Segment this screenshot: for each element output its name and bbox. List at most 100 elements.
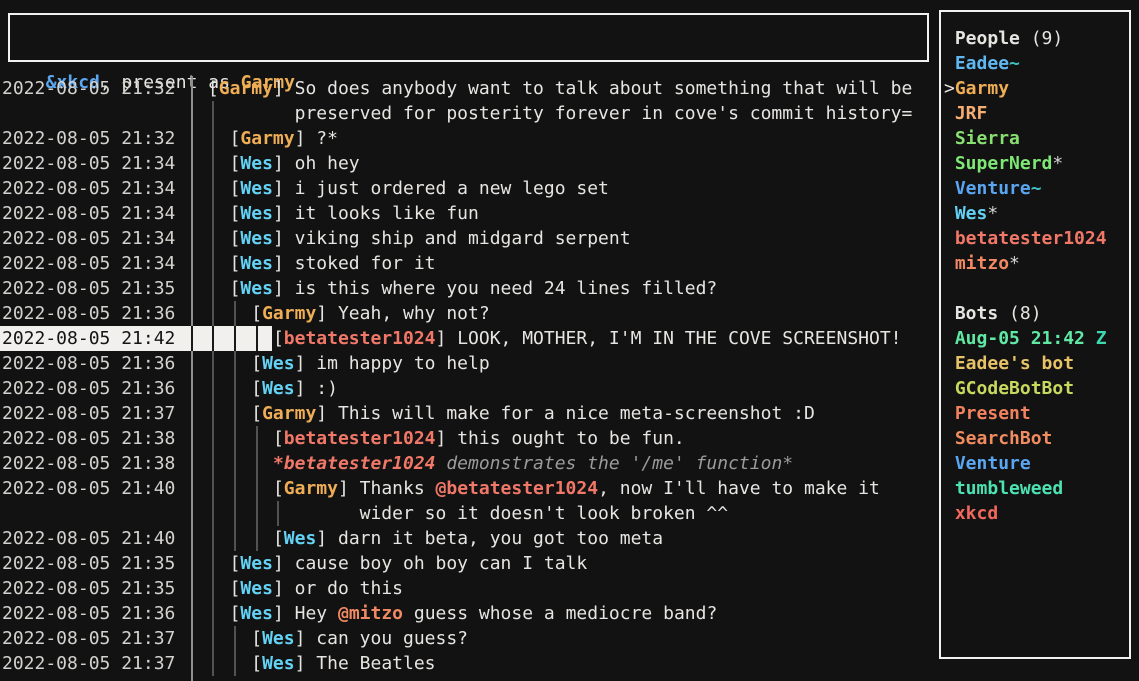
bots-count: (8) [998, 303, 1041, 324]
chat-row[interactable]: 2022-08-05 21:36 [Wes] im happy to help [2, 351, 490, 376]
bot-searchbot[interactable]: SearchBot [944, 426, 1107, 451]
bracket: ] [295, 378, 317, 399]
bracket: ] [316, 303, 338, 324]
nick-wes: Wes [240, 153, 273, 174]
text-segment [944, 503, 955, 524]
bracket: ] [273, 228, 295, 249]
bracket: ] [273, 78, 295, 99]
chat-row[interactable]: 2022-08-05 21:34 [Wes] stoked for it [2, 251, 436, 276]
chat-row[interactable]: 2022-08-05 21:34 [Wes] it looks like fun [2, 201, 479, 226]
person-betatester1024[interactable]: betatester1024 [944, 226, 1107, 251]
message-text: LOOK, MOTHER, I'M IN THE COVE SCREENSHOT… [457, 328, 901, 349]
people-title: People [955, 28, 1020, 49]
nick-wes: Wes [240, 278, 273, 299]
person-supernerd[interactable]: SuperNerd* [944, 151, 1107, 176]
message-text: stoked for it [295, 253, 436, 274]
text-segment [944, 228, 955, 249]
timestamp [2, 103, 295, 124]
chat-row[interactable]: 2022-08-05 21:40 [Garmy] Thanks @betates… [2, 476, 880, 501]
bracket: [ [273, 328, 284, 349]
chat-row[interactable]: 2022-08-05 21:35 [Wes] is this where you… [2, 276, 717, 301]
timestamp: 2022-08-05 21:37 [2, 628, 251, 649]
bracket: [ [273, 528, 284, 549]
timestamp: 2022-08-05 21:32 [2, 128, 230, 149]
person-venture[interactable]: Venture~ [944, 176, 1107, 201]
chat-row[interactable]: 2022-08-05 21:42 [betatester1024] LOOK, … [2, 326, 902, 351]
chat-row[interactable]: 2022-08-05 21:36 [Wes] Hey @mitzo guess … [2, 601, 717, 626]
chat-row[interactable]: 2022-08-05 21:34 [Wes] i just ordered a … [2, 176, 609, 201]
text-segment [944, 378, 955, 399]
bot-aug-05-2142-z[interactable]: Aug-05 21:42 Z [944, 326, 1107, 351]
message-text: i just ordered a new lego set [295, 178, 609, 199]
chat-row[interactable]: 2022-08-05 21:37 [Wes] can you guess? [2, 626, 468, 651]
person-wes[interactable]: Wes* [944, 201, 1107, 226]
chat-row[interactable]: 2022-08-05 21:32 [Garmy] So does anybody… [2, 76, 912, 101]
nick-wes: Wes [240, 178, 273, 199]
bracket: ] [436, 428, 458, 449]
nick-wes: Wes [240, 553, 273, 574]
text-segment [944, 153, 955, 174]
bot-present[interactable]: Present [944, 401, 1107, 426]
bracket: ] [273, 578, 295, 599]
bracket: ] [316, 403, 338, 424]
text-segment [944, 478, 955, 499]
chat-row[interactable]: 2022-08-05 21:34 [Wes] viking ship and m… [2, 226, 631, 251]
bracket: [ [230, 603, 241, 624]
nick-betatester1024: betatester1024 [284, 328, 436, 349]
timestamp: 2022-08-05 21:36 [2, 303, 251, 324]
message-text: viking ship and midgard serpent [295, 228, 631, 249]
sidebar-rows: People (9) Eadee~>Garmy JRF Sierra Super… [944, 26, 1107, 526]
chat-row[interactable]: wider so it doesn't look broken ^^ [2, 501, 728, 526]
bracket: ] [273, 203, 295, 224]
message-text: Thanks [360, 478, 436, 499]
chat-row[interactable]: 2022-08-05 21:35 [Wes] cause boy oh boy … [2, 551, 587, 576]
bot-eadees-bot[interactable]: Eadee's bot [944, 351, 1107, 376]
chat-row[interactable]: 2022-08-05 21:38 [betatester1024] this o… [2, 426, 685, 451]
chat-row[interactable]: 2022-08-05 21:32 [Garmy] ?* [2, 126, 338, 151]
person-jrf[interactable]: JRF [944, 101, 1107, 126]
timestamp: 2022-08-05 21:32 [2, 78, 208, 99]
message-text: Hey [295, 603, 338, 624]
chat-row[interactable]: 2022-08-05 21:37 [Wes] The Beatles [2, 651, 436, 676]
nick-wes: Wes [240, 203, 273, 224]
person-mitzo[interactable]: mitzo* [944, 251, 1107, 276]
action-text: demonstrates the '/me' function* [436, 453, 794, 474]
bot-name: Present [955, 403, 1031, 424]
nick-wes: Wes [262, 653, 295, 674]
person-suffix: ~ [1009, 53, 1020, 74]
chat-row[interactable]: 2022-08-05 21:36 [Garmy] Yeah, why not? [2, 301, 490, 326]
text-segment [944, 328, 955, 349]
bot-xkcd[interactable]: xkcd [944, 501, 1107, 526]
bot-tumbleweed[interactable]: tumbleweed [944, 476, 1107, 501]
text-segment [944, 428, 955, 449]
chat-row[interactable]: 2022-08-05 21:35 [Wes] or do this [2, 576, 403, 601]
nick-garmy: Garmy [262, 403, 316, 424]
chat-row[interactable]: 2022-08-05 21:36 [Wes] :) [2, 376, 338, 401]
chat-row[interactable]: 2022-08-05 21:37 [Garmy] This will make … [2, 401, 815, 426]
person-garmy[interactable]: >Garmy [944, 76, 1107, 101]
timestamp: 2022-08-05 21:35 [2, 578, 230, 599]
chat-row[interactable]: 2022-08-05 21:40 [Wes] darn it beta, you… [2, 526, 663, 551]
message-text: it looks like fun [295, 203, 479, 224]
chat-row[interactable]: preserved for posterity forever in cove'… [2, 101, 912, 126]
bracket: ] [273, 178, 295, 199]
bot-venture[interactable]: Venture [944, 451, 1107, 476]
bot-name: GCodeBotBot [955, 378, 1074, 399]
nick-wes: Wes [284, 528, 317, 549]
chat-row[interactable]: 2022-08-05 21:38 *betatester1024 demonst… [2, 451, 793, 476]
person-sierra[interactable]: Sierra [944, 126, 1107, 151]
bracket: ] [273, 278, 295, 299]
bot-gcodebotbot[interactable]: GCodeBotBot [944, 376, 1107, 401]
message-text: guess whose a mediocre band? [403, 603, 717, 624]
person-eadee[interactable]: Eadee~ [944, 51, 1107, 76]
timestamp: 2022-08-05 21:40 [2, 478, 273, 499]
chat-row[interactable]: 2022-08-05 21:34 [Wes] oh hey [2, 151, 360, 176]
bracket: ] [295, 628, 317, 649]
timestamp: 2022-08-05 21:34 [2, 153, 230, 174]
nick-betatester1024: betatester1024 [284, 428, 436, 449]
message-text: The Beatles [316, 653, 435, 674]
timestamp: 2022-08-05 21:34 [2, 253, 230, 274]
bracket: ] [295, 353, 317, 374]
bracket: ] [273, 253, 295, 274]
nick-betatester1024: *betatester1024 [273, 453, 436, 474]
